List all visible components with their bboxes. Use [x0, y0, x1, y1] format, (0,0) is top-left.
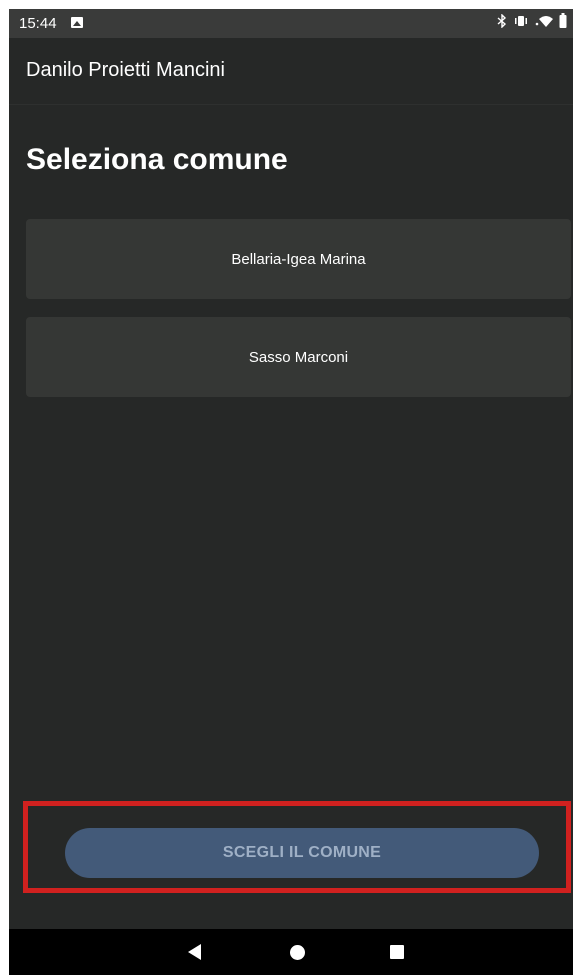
choose-comune-button[interactable]: SCEGLI IL COMUNE: [65, 828, 539, 878]
recents-icon[interactable]: [390, 945, 404, 959]
bluetooth-icon: [497, 12, 507, 31]
home-icon[interactable]: [290, 945, 305, 960]
image-icon: [71, 17, 83, 28]
page-title: Seleziona comune: [26, 143, 288, 176]
app-title: Danilo Proietti Mancini: [26, 59, 225, 81]
comune-item-sasso-marconi[interactable]: Sasso Marconi: [26, 317, 571, 397]
wifi-icon: [535, 14, 553, 31]
app-bar: Danilo Proietti Mancini: [9, 38, 573, 105]
status-icons: [497, 12, 567, 31]
footer-highlight: SCEGLI IL COMUNE: [23, 801, 571, 893]
vibrate-icon: [513, 15, 529, 30]
device-screen: 15:44 Danilo Proietti Mancini Seleziona …: [9, 9, 573, 975]
comuni-list: Bellaria-Igea Marina Sasso Marconi: [26, 219, 571, 415]
status-time: 15:44: [19, 15, 57, 32]
comune-item-bellaria[interactable]: Bellaria-Igea Marina: [26, 219, 571, 299]
back-icon[interactable]: [188, 944, 201, 960]
status-bar: 15:44: [9, 9, 573, 38]
battery-icon: [559, 13, 567, 31]
navigation-bar: [9, 929, 573, 975]
